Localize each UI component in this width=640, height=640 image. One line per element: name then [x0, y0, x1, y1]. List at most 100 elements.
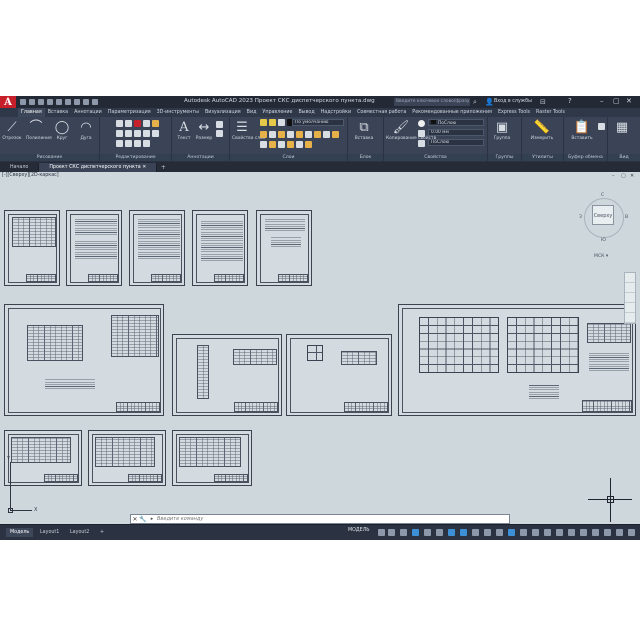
- layer-previous-icon[interactable]: [287, 141, 294, 148]
- selection-cycling-icon[interactable]: [496, 529, 503, 536]
- object-snap-icon[interactable]: [460, 529, 467, 536]
- drawing-sheet[interactable]: [129, 210, 185, 286]
- layout-tab-layout2[interactable]: Layout2: [66, 528, 93, 537]
- close-icon[interactable]: ✕: [626, 97, 632, 105]
- object-snap-tracking-icon[interactable]: [448, 529, 455, 536]
- layer-match-icon[interactable]: [296, 131, 303, 138]
- isodraft-icon[interactable]: [436, 529, 443, 536]
- annotation-visibility-icon[interactable]: [520, 529, 527, 536]
- view-button[interactable]: ▦: [612, 120, 632, 136]
- add-layout-button[interactable]: +: [96, 528, 108, 537]
- panel-properties-label[interactable]: Свойства: [384, 154, 487, 161]
- tab-view[interactable]: Вид: [244, 108, 260, 117]
- tab-home[interactable]: Главная: [18, 108, 45, 117]
- polar-icon[interactable]: [424, 529, 431, 536]
- tab-document[interactable]: Проект СКС диспетчерского пункта ✕: [39, 163, 158, 172]
- application-menu-button[interactable]: A: [0, 96, 16, 108]
- layer-copy-icon[interactable]: [305, 141, 312, 148]
- drawing-sheet[interactable]: [398, 304, 636, 416]
- scale-dropdown-icon[interactable]: [544, 529, 551, 536]
- array-rect-icon[interactable]: [134, 140, 141, 147]
- viewport-restore-icon[interactable]: ▢: [621, 173, 626, 179]
- tab-output[interactable]: Вывод: [295, 108, 317, 117]
- snap-icon[interactable]: [388, 529, 395, 536]
- drawing-sheet[interactable]: [172, 334, 282, 416]
- orbit-icon[interactable]: [625, 303, 635, 313]
- scale-icon[interactable]: [125, 140, 132, 147]
- search-input[interactable]: Введите ключевое слово/фразу: [394, 98, 470, 106]
- share-icon[interactable]: [92, 99, 98, 105]
- workspace-gear-icon[interactable]: [556, 529, 563, 536]
- zoom-icon[interactable]: [625, 293, 635, 303]
- help-icon[interactable]: ?: [568, 97, 572, 105]
- insert-block-button[interactable]: ⧉ Вставка: [354, 120, 374, 141]
- lineweight-dropdown[interactable]: 0.00 мм: [428, 129, 484, 136]
- polyline-button[interactable]: ⌒ Полилиния: [26, 120, 52, 141]
- showmotion-icon[interactable]: [625, 313, 635, 323]
- tab-parametric[interactable]: Параметризация: [105, 108, 154, 117]
- tab-insert[interactable]: Вставка: [45, 108, 71, 117]
- viewcube-north[interactable]: С: [601, 193, 604, 198]
- layer-unlock-icon[interactable]: [278, 141, 285, 148]
- circle-button[interactable]: ◯ Круг: [52, 120, 72, 141]
- panel-modify-label[interactable]: Редактирование: [100, 154, 171, 161]
- text-button[interactable]: A Текст: [174, 120, 194, 141]
- tab-start[interactable]: Начало: [0, 163, 40, 172]
- cart-icon[interactable]: ⊟: [540, 98, 546, 106]
- offset-icon[interactable]: [143, 130, 150, 137]
- layer-lock-icon[interactable]: [287, 131, 294, 138]
- erase-icon[interactable]: [143, 120, 150, 127]
- pan-icon[interactable]: [625, 283, 635, 293]
- panel-layers-label[interactable]: Слои: [230, 154, 347, 161]
- panel-block-label[interactable]: Блок: [348, 154, 383, 161]
- panel-utilities-label[interactable]: Утилиты: [522, 154, 563, 161]
- tab-annotate[interactable]: Аннотации: [71, 108, 105, 117]
- array-icon[interactable]: [152, 130, 159, 137]
- panel-annotation-label[interactable]: Аннотации: [172, 154, 229, 161]
- maximize-icon[interactable]: ▢: [613, 97, 620, 105]
- layer-merge-icon[interactable]: [323, 131, 330, 138]
- bulb-icon[interactable]: [260, 119, 267, 126]
- clean-screen-icon[interactable]: [616, 529, 623, 536]
- viewport-controls-label[interactable]: [-][Сверху][2D-каркас]: [2, 173, 59, 178]
- arc-button[interactable]: ◠ Дуга: [76, 120, 96, 141]
- layer-properties-button[interactable]: ☰ Свойства слоя: [232, 120, 265, 141]
- minimize-icon[interactable]: –: [600, 97, 604, 105]
- dimension-button[interactable]: ↔ Размер: [194, 120, 214, 141]
- panel-clipboard-label[interactable]: Буфер обмена: [564, 154, 607, 161]
- layer-dropdown[interactable]: По умолчанию: [292, 119, 344, 126]
- trim-icon[interactable]: [134, 120, 141, 127]
- command-input[interactable]: [157, 515, 509, 523]
- layer-freeze-icon[interactable]: [278, 131, 285, 138]
- undo-icon[interactable]: [74, 99, 80, 105]
- layer-isolate-icon[interactable]: [269, 131, 276, 138]
- model-space-button[interactable]: МОДЕЛЬ: [348, 528, 370, 533]
- drawing-sheet[interactable]: [4, 210, 60, 286]
- viewcube-face[interactable]: Сверху: [592, 205, 614, 225]
- drawing-sheet[interactable]: [256, 210, 312, 286]
- print-icon[interactable]: [65, 99, 71, 105]
- layer-current-icon[interactable]: [296, 141, 303, 148]
- auto-scale-icon[interactable]: [532, 529, 539, 536]
- command-prompt-icon[interactable]: ▸: [147, 516, 157, 522]
- drawing-sheet[interactable]: [172, 430, 252, 486]
- layer-on-icon[interactable]: [260, 141, 267, 148]
- mirror-icon[interactable]: [125, 130, 132, 137]
- sun-icon[interactable]: [269, 119, 276, 126]
- tab-visualize[interactable]: Визуализация: [202, 108, 244, 117]
- copy-icon[interactable]: [116, 130, 123, 137]
- annotation-monitor-icon[interactable]: [568, 529, 575, 536]
- tab-raster-tools[interactable]: Raster Tools: [533, 108, 568, 117]
- command-customize-icon[interactable]: 🔧: [139, 516, 147, 523]
- drawing-sheet[interactable]: [192, 210, 248, 286]
- web-mobile-icon[interactable]: [56, 99, 62, 105]
- group-button[interactable]: ▣ Группа: [492, 120, 512, 141]
- break-icon[interactable]: [143, 140, 150, 147]
- steering-wheel-icon[interactable]: [625, 273, 635, 283]
- quick-properties-icon[interactable]: [592, 529, 599, 536]
- layout-tab-layout1[interactable]: Layout1: [36, 528, 63, 537]
- tab-featured-apps[interactable]: Рекомендованные приложения: [409, 108, 495, 117]
- lock-icon[interactable]: [278, 119, 285, 126]
- layer-off-icon[interactable]: [260, 131, 267, 138]
- stretch-icon[interactable]: [116, 140, 123, 147]
